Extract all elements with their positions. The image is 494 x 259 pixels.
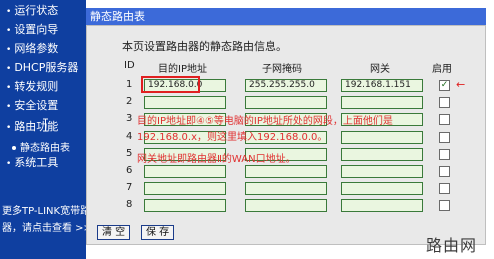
sidebar-item-label: 转发规则 (14, 80, 59, 93)
gateway-input[interactable] (341, 165, 423, 178)
header-subnet-mask: 子网掩码 (262, 64, 302, 75)
bullet-icon: • (6, 159, 12, 169)
subnet-mask-input[interactable] (245, 199, 327, 212)
sidebar-item-wizard[interactable]: • 设置向导 (6, 23, 58, 38)
dest-ip-input[interactable] (144, 199, 226, 212)
sidebar-item-label: DHCP服务器 (14, 61, 79, 74)
arrow-left-icon: ← (456, 78, 466, 91)
sidebar-subitem-label: 静态路由表 (20, 143, 70, 154)
bullet-icon: • (6, 64, 12, 74)
header-gateway: 网关 (370, 64, 390, 75)
promo-line-1: 更多TP-LINK宽带路 (2, 206, 91, 217)
bullet-icon: • (6, 26, 12, 36)
row-id: 6 (126, 165, 133, 176)
gateway-input[interactable] (341, 131, 423, 144)
subnet-mask-input[interactable] (245, 165, 327, 178)
sidebar-item-label: 安全设置 (14, 99, 59, 112)
row-id: 5 (126, 148, 133, 159)
sidebar-item-dhcp[interactable]: • DHCP服务器 (6, 61, 78, 76)
bullet-icon: • (6, 123, 12, 133)
sidebar-item-label: 网络参数 (14, 42, 59, 55)
bullet-icon: • (6, 83, 12, 93)
enable-checkbox[interactable] (439, 200, 450, 211)
gateway-input[interactable]: 192.168.1.151 (341, 79, 423, 92)
promo-link[interactable]: 更多TP-LINK宽带路 器，请点击查看 >> (2, 203, 92, 237)
header-dest-ip: 目的IP地址 (158, 64, 207, 75)
sidebar-item-network[interactable]: • 网络参数 (6, 42, 58, 57)
subnet-mask-input[interactable] (245, 182, 327, 195)
enable-checkbox[interactable]: ✓ (439, 80, 450, 91)
gateway-input[interactable] (341, 199, 423, 212)
sidebar-item-label: 路由功能 (14, 120, 59, 133)
sidebar-subitem-static-routing[interactable]: 静态路由表 (12, 139, 70, 154)
bullet-icon: • (6, 45, 12, 55)
dot-icon (12, 146, 16, 150)
sidebar-item-system-tools[interactable]: • 系统工具 (6, 156, 58, 171)
enable-checkbox[interactable] (439, 183, 450, 194)
header-id: ID (124, 60, 135, 71)
intro-text: 本页设置路由器的静态路由信息。 (122, 40, 287, 53)
page-title: 静态路由表 (86, 8, 486, 25)
highlight-box (141, 76, 200, 93)
enable-checkbox[interactable] (439, 114, 450, 125)
enable-checkbox[interactable] (439, 149, 450, 160)
row-id: 4 (126, 131, 133, 142)
annotation-line-3: 网关地址即路由器Ⅱ的WAN口地址。 (137, 154, 296, 165)
sidebar-item-label: 设置向导 (14, 23, 59, 36)
enable-checkbox[interactable] (439, 166, 450, 177)
sidebar-item-forwarding[interactable]: • 转发规则 (6, 80, 58, 95)
dest-ip-input[interactable] (144, 165, 226, 178)
promo-line-2: 器，请点击查看 >> (2, 223, 92, 234)
dest-ip-input[interactable] (144, 96, 226, 109)
gateway-input[interactable] (341, 182, 423, 195)
row-id: 8 (126, 199, 133, 210)
dest-ip-input[interactable] (144, 182, 226, 195)
row-id: 3 (126, 113, 133, 124)
row-id: 7 (126, 182, 133, 193)
gateway-input[interactable] (341, 96, 423, 109)
row-id: 1 (126, 79, 133, 90)
subnet-mask-input[interactable] (245, 96, 327, 109)
bullet-icon: • (6, 102, 12, 112)
bullet-icon: • (6, 7, 12, 17)
row-id: 2 (126, 96, 133, 107)
watermark: 路由网 (426, 236, 478, 255)
header-enable: 启用 (432, 64, 452, 75)
annotation-line-2: 192.168.0.x，则这里填入192.168.0.0。 (137, 132, 328, 143)
cursor-icon (43, 118, 48, 132)
sidebar-item-status[interactable]: • 运行状态 (6, 4, 58, 19)
sidebar-item-routing[interactable]: • 路由功能 (6, 120, 58, 135)
sidebar-item-label: 系统工具 (14, 156, 59, 169)
clear-button[interactable]: 清 空 (97, 225, 131, 240)
sidebar-item-security[interactable]: • 安全设置 (6, 99, 58, 114)
annotation-line-1: 目的IP地址即④⑤等电脑的IP地址所处的网段，上面他们是 (137, 116, 393, 127)
gateway-input[interactable] (341, 148, 423, 161)
save-button[interactable]: 保 存 (141, 225, 175, 240)
enable-checkbox[interactable] (439, 132, 450, 143)
enable-checkbox[interactable] (439, 97, 450, 108)
subnet-mask-input[interactable]: 255.255.255.0 (245, 79, 327, 92)
sidebar: • 运行状态 • 设置向导 • 网络参数 • DHCP服务器 • 转发规则 • 安全设置 •… (0, 0, 92, 259)
sidebar-item-label: 运行状态 (14, 4, 59, 17)
